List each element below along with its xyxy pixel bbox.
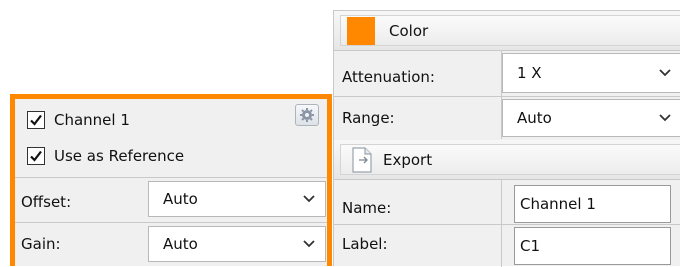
channel-checkbox[interactable] (27, 111, 45, 129)
color-section-title: Color (389, 21, 429, 40)
export-section-header[interactable]: Export (334, 140, 680, 180)
color-swatch[interactable] (347, 16, 375, 45)
range-dropdown[interactable]: Auto (502, 99, 680, 137)
offset-label: Offset: (21, 193, 72, 211)
range-label: Range: (342, 109, 395, 127)
attenuation-dropdown[interactable]: 1 X (502, 53, 680, 93)
gain-dropdown[interactable]: Auto (148, 226, 326, 262)
gain-label: Gain: (21, 235, 61, 253)
color-section-header[interactable]: Color (334, 11, 680, 51)
attenuation-value: 1 X (517, 64, 542, 82)
gain-value: Auto (163, 235, 198, 253)
export-page-icon (352, 146, 372, 173)
divider (15, 177, 327, 178)
label-field[interactable]: C1 (514, 227, 671, 265)
label-value: C1 (520, 237, 541, 255)
offset-dropdown[interactable]: Auto (148, 181, 326, 217)
name-label: Name: (342, 199, 392, 217)
channel-panel: Channel 1 Use as Reference Offset: Auto … (10, 94, 332, 266)
chevron-down-icon (659, 114, 671, 122)
divider (334, 224, 680, 225)
reference-row: Use as Reference (15, 141, 327, 171)
divider (15, 222, 327, 223)
label-field-label: Label: (342, 235, 388, 253)
reference-checkbox-label: Use as Reference (54, 147, 185, 165)
export-section-title: Export (383, 150, 433, 169)
chevron-down-icon (659, 69, 671, 77)
chevron-down-icon (303, 240, 315, 248)
chevron-down-icon (303, 195, 315, 203)
divider (334, 96, 680, 97)
properties-panel: Color Attenuation: 1 X Range: Auto Expor… (333, 10, 680, 267)
checkmark-icon (30, 114, 42, 126)
export-header-content: Export (340, 144, 680, 175)
gear-icon (300, 108, 314, 122)
checkmark-icon (30, 150, 42, 162)
attenuation-label: Attenuation: (342, 68, 435, 86)
offset-value: Auto (163, 190, 198, 208)
name-field[interactable]: Channel 1 (514, 185, 671, 223)
channel-checkbox-label: Channel 1 (54, 111, 130, 129)
channel-settings-button[interactable] (295, 104, 319, 126)
color-header-content: Color (340, 15, 680, 46)
name-value: Channel 1 (520, 195, 596, 213)
range-value: Auto (517, 109, 552, 127)
reference-checkbox[interactable] (27, 147, 45, 165)
channel-row: Channel 1 (15, 105, 327, 135)
